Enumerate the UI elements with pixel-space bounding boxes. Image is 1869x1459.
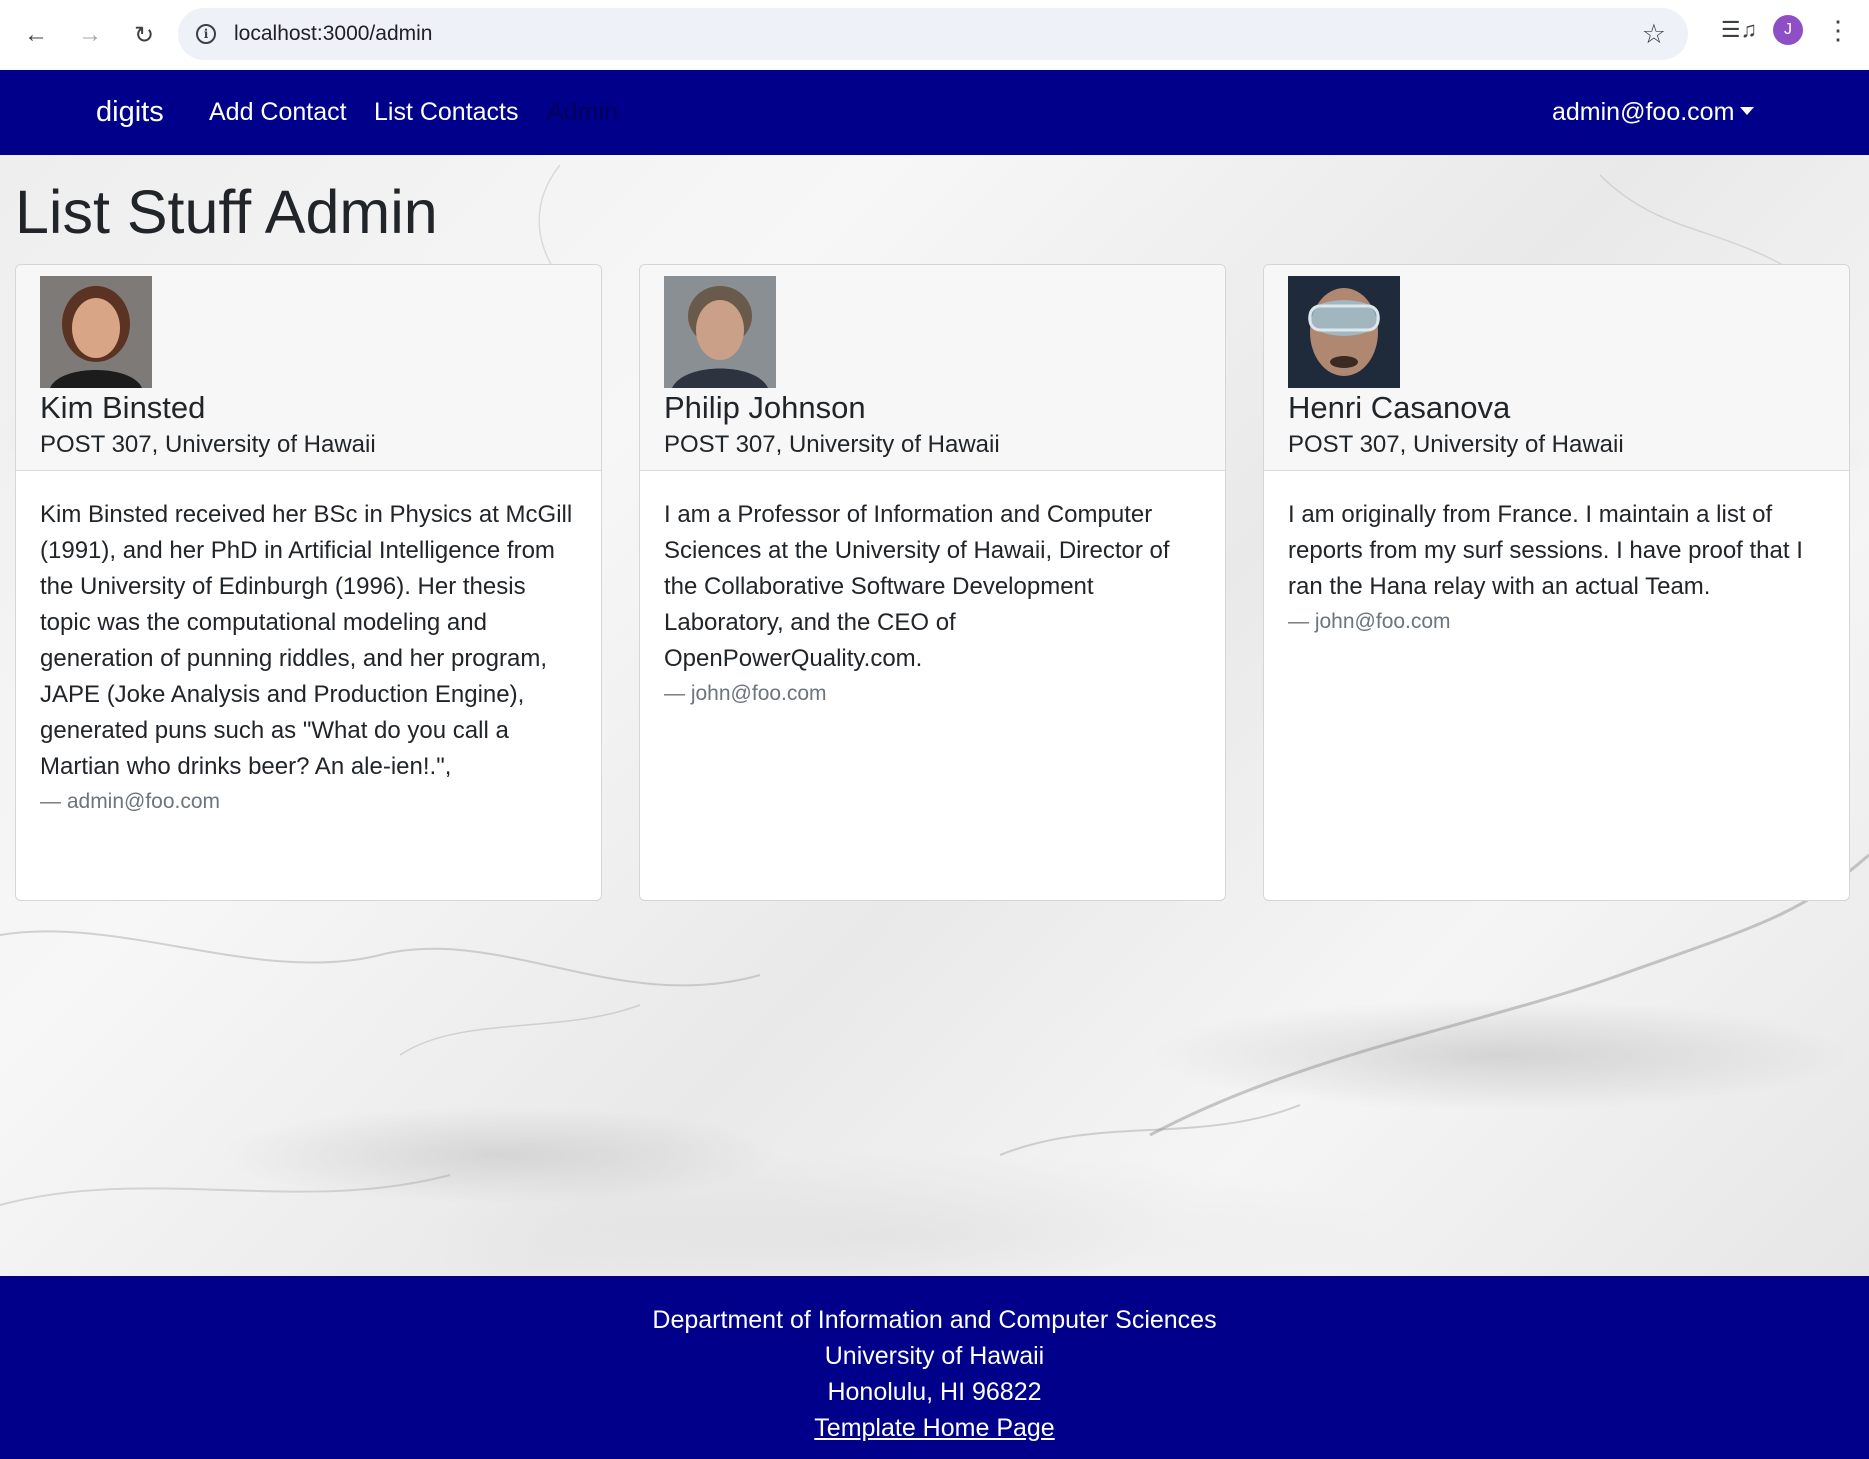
contact-owner: — john@foo.com xyxy=(1288,610,1451,633)
contact-name: Kim Binsted xyxy=(40,390,206,425)
user-email: admin@foo.com xyxy=(1552,98,1735,126)
page-title: List Stuff Admin xyxy=(15,178,438,246)
forward-arrow-icon[interactable]: → xyxy=(72,17,108,53)
contact-owner: — john@foo.com xyxy=(664,682,827,705)
browser-toolbar: ← → ↻ i localhost:3000/admin ☆ ☰♫ J ⋮ xyxy=(0,0,1869,70)
contact-address: POST 307, University of Hawaii xyxy=(1288,431,1624,458)
contact-description: I am a Professor of Information and Comp… xyxy=(664,501,1170,672)
nav-list-contacts[interactable]: List Contacts xyxy=(374,98,519,127)
caret-down-icon xyxy=(1740,107,1755,116)
template-home-link[interactable]: Template Home Page xyxy=(814,1414,1054,1442)
back-arrow-icon[interactable]: ← xyxy=(18,17,54,53)
card-header: Henri Casanova POST 307, University of H… xyxy=(1264,265,1849,471)
main-content: List Stuff Admin Kim Binsted POST 307, U… xyxy=(0,155,1869,1276)
page-footer: Department of Information and Computer S… xyxy=(0,1276,1869,1459)
reload-icon[interactable]: ↻ xyxy=(126,17,162,53)
footer-university: University of Hawaii xyxy=(824,1342,1045,1370)
card-header: Kim Binsted POST 307, University of Hawa… xyxy=(16,265,601,471)
contact-card: Kim Binsted POST 307, University of Hawa… xyxy=(15,264,602,901)
contact-photo xyxy=(1288,276,1400,388)
card-body: I am a Professor of Information and Comp… xyxy=(640,471,1225,709)
user-dropdown[interactable]: admin@foo.com xyxy=(1552,98,1755,127)
url-text[interactable]: localhost:3000/admin xyxy=(234,22,432,46)
footer-department: Department of Information and Computer S… xyxy=(652,1306,1217,1334)
card-body: Kim Binsted received her BSc in Physics … xyxy=(16,471,601,817)
media-control-icon[interactable]: ☰♫ xyxy=(1719,17,1759,43)
card-body: I am originally from France. I maintain … xyxy=(1264,471,1849,637)
contact-address: POST 307, University of Hawaii xyxy=(664,431,1000,458)
brand-link[interactable]: digits xyxy=(96,96,164,129)
app-navbar: digits Add Contact List Contacts Admin a… xyxy=(0,70,1869,155)
card-header: Philip Johnson POST 307, University of H… xyxy=(640,265,1225,471)
contact-description: Kim Binsted received her BSc in Physics … xyxy=(40,501,573,780)
contact-photo xyxy=(664,276,776,388)
kebab-menu-icon[interactable]: ⋮ xyxy=(1825,17,1851,43)
address-bar[interactable]: i localhost:3000/admin ☆ xyxy=(178,8,1688,60)
nav-admin[interactable]: Admin xyxy=(547,98,618,127)
contact-card: Henri Casanova POST 307, University of H… xyxy=(1263,264,1850,901)
contact-name: Philip Johnson xyxy=(664,390,866,425)
profile-avatar[interactable]: J xyxy=(1773,15,1803,45)
contact-description: I am originally from France. I maintain … xyxy=(1288,501,1803,600)
contact-address: POST 307, University of Hawaii xyxy=(40,431,376,458)
nav-add-contact[interactable]: Add Contact xyxy=(209,98,347,127)
contact-name: Henri Casanova xyxy=(1288,390,1511,425)
bookmark-star-icon[interactable]: ☆ xyxy=(1642,19,1666,50)
footer-city: Honolulu, HI 96822 xyxy=(827,1378,1042,1406)
contact-owner: — admin@foo.com xyxy=(40,790,221,813)
contact-card: Philip Johnson POST 307, University of H… xyxy=(639,264,1226,901)
site-info-icon[interactable]: i xyxy=(196,24,216,44)
contact-photo xyxy=(40,276,152,388)
